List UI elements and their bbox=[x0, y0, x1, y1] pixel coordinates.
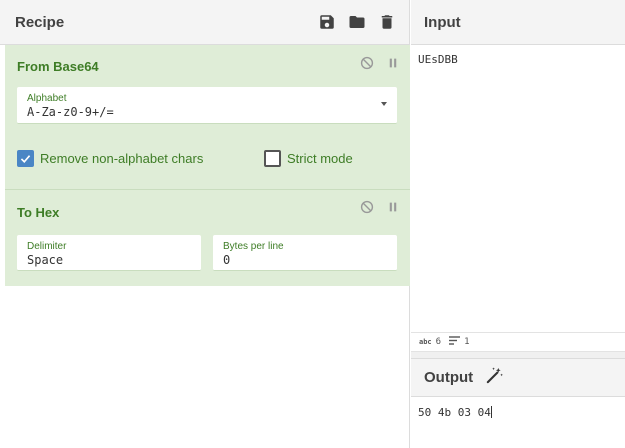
pause-icon[interactable] bbox=[386, 56, 400, 75]
pane-resize-handle[interactable] bbox=[411, 352, 625, 359]
operation-controls bbox=[360, 200, 400, 219]
output-text: 50 4b 03 04 bbox=[418, 406, 491, 419]
alphabet-value: A-Za-z0-9+/= bbox=[27, 105, 114, 119]
remove-non-alphabet-label: Remove non-alphabet chars bbox=[40, 151, 204, 166]
chevron-down-icon[interactable] bbox=[381, 102, 387, 106]
operation-controls bbox=[360, 56, 400, 75]
strict-mode-label: Strict mode bbox=[287, 151, 353, 166]
alphabet-label: Alphabet bbox=[27, 93, 67, 104]
folder-icon[interactable] bbox=[347, 12, 367, 32]
strict-mode-checkbox[interactable]: Strict mode bbox=[264, 150, 353, 167]
input-status-bar: abc 6 1 bbox=[411, 332, 625, 352]
bytes-per-line-value: 0 bbox=[223, 253, 231, 267]
text-cursor bbox=[490, 405, 492, 418]
input-textarea[interactable]: UEsDBB bbox=[411, 45, 625, 332]
input-text: UEsDBB bbox=[418, 53, 458, 66]
length-status: abc 6 bbox=[419, 337, 441, 347]
bytes-per-line-label: Bytes per line bbox=[223, 241, 284, 252]
recipe-pane: Recipe From Base64 Alphabet A-Za-z0-9+/=… bbox=[0, 0, 410, 448]
save-icon[interactable] bbox=[317, 12, 337, 32]
output-title: Output bbox=[424, 369, 474, 386]
io-pane: Input UEsDBB abc 6 1 Output 50 4b 03 04 bbox=[411, 0, 625, 448]
bytes-per-line-field[interactable]: Bytes per line 0 bbox=[213, 235, 397, 271]
delimiter-value: Space bbox=[27, 253, 64, 267]
recipe-list: From Base64 Alphabet A-Za-z0-9+/= Remove… bbox=[5, 45, 410, 286]
checkbox-checked-icon[interactable] bbox=[17, 150, 34, 167]
length-value: 6 bbox=[435, 337, 442, 347]
input-header: Input bbox=[411, 0, 625, 45]
abc-icon: abc bbox=[419, 338, 432, 346]
lines-icon bbox=[449, 336, 461, 348]
output-header: Output bbox=[411, 359, 625, 397]
operation-to-hex[interactable]: To Hex Delimiter Space Bytes per line 0 bbox=[5, 190, 410, 286]
alphabet-select[interactable]: Alphabet A-Za-z0-9+/= bbox=[17, 87, 397, 124]
recipe-toolbar bbox=[317, 12, 397, 32]
input-title: Input bbox=[424, 13, 461, 31]
pause-icon[interactable] bbox=[386, 200, 400, 219]
lines-status: 1 bbox=[449, 336, 470, 348]
recipe-title: Recipe bbox=[15, 13, 65, 31]
checkbox-unchecked-icon[interactable] bbox=[264, 150, 281, 167]
delimiter-label: Delimiter bbox=[27, 241, 67, 252]
magic-wand-icon[interactable] bbox=[485, 366, 504, 390]
operation-title: From Base64 bbox=[17, 59, 99, 74]
operation-title: To Hex bbox=[17, 205, 60, 220]
trash-icon[interactable] bbox=[377, 12, 397, 32]
output-textarea[interactable]: 50 4b 03 04 bbox=[411, 397, 625, 448]
remove-non-alphabet-checkbox[interactable]: Remove non-alphabet chars bbox=[17, 150, 203, 167]
delimiter-field[interactable]: Delimiter Space bbox=[17, 235, 201, 271]
operation-from-base64[interactable]: From Base64 Alphabet A-Za-z0-9+/= Remove… bbox=[5, 45, 410, 190]
disable-icon[interactable] bbox=[360, 56, 374, 75]
recipe-header: Recipe bbox=[0, 0, 409, 45]
disable-icon[interactable] bbox=[360, 200, 374, 219]
lines-value: 1 bbox=[464, 337, 470, 347]
